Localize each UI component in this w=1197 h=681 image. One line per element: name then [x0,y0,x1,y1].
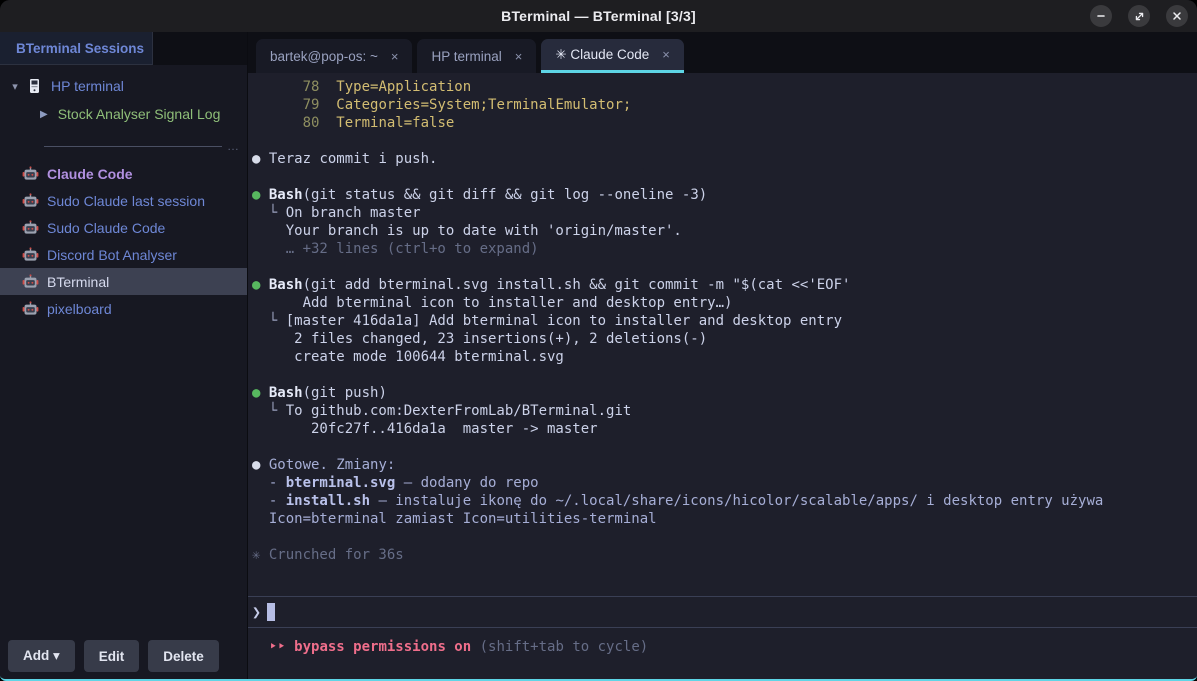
robot-icon [22,193,39,209]
terminal-line: ● Bash(git status && git diff && git log… [252,186,1191,204]
close-icon [1172,11,1182,21]
session-tree: ▾ HP terminal ▶ Stock Analyser Signal Lo… [0,65,247,632]
titlebar[interactable]: BTerminal — BTerminal [3/3] [0,0,1197,32]
tab-label: HP terminal [431,49,501,64]
terminal-line: 20fc27f..416da1a master -> master [252,420,1191,438]
terminal-line: 80 Terminal=false [252,114,1191,132]
terminal-line: └ To github.com:DexterFromLab/BTerminal.… [252,402,1191,420]
prompt-chevron: ❯ [252,603,261,621]
close-icon[interactable]: × [391,49,399,64]
session-item-label: BTerminal [47,274,109,290]
terminal-output: 78 Type=Application 79 Categories=System… [248,73,1197,596]
session-item-pixelboard[interactable]: pixelboard [0,295,247,322]
delete-button[interactable]: Delete [148,640,219,672]
terminal-line: ✳ Crunched for 36s [252,546,1191,564]
status-arrows-icon: ‣‣ [269,639,286,655]
close-icon[interactable]: × [662,47,670,62]
terminal-line: 78 Type=Application [252,78,1191,96]
sidebar-header: BTerminal Sessions [0,32,153,65]
minimize-icon [1096,11,1106,21]
close-icon[interactable]: × [515,49,523,64]
terminal-line [252,528,1191,546]
status-bar: ‣‣ bypass permissions on (shift+tab to c… [248,628,1197,679]
robot-icon [22,166,39,182]
robot-icon [22,274,39,290]
maximize-icon [1134,11,1145,22]
terminal[interactable]: 78 Type=Application 79 Categories=System… [248,73,1197,679]
terminal-line: Add bterminal icon to installer and desk… [252,294,1191,312]
session-item-label: Claude Code [47,166,133,182]
tab-bartek-pop-os[interactable]: bartek@pop-os: ~ × [256,39,412,73]
session-item-bterminal[interactable]: BTerminal [0,268,247,295]
terminal-line: Your branch is up to date with 'origin/m… [252,222,1191,240]
terminal-line [252,366,1191,384]
bterminal-window: BTerminal — BTerminal [3/3] BTerminal Se… [0,0,1197,681]
terminal-line: ● Bash(git add bterminal.svg install.sh … [252,276,1191,294]
sidebar-header-row: BTerminal Sessions [0,32,247,65]
minimize-button[interactable] [1090,5,1112,27]
terminal-line: … +32 lines (ctrl+o to expand) [252,240,1191,258]
text-cursor [267,603,275,621]
terminal-line: - bterminal.svg — dodany do repo [252,474,1191,492]
status-hint: (shift+tab to cycle) [480,639,649,655]
sidebar-item-label: HP terminal [51,78,124,94]
session-item-label: Discord Bot Analyser [47,247,177,263]
terminal-line: └ [master 416da1a] Add bterminal icon to… [252,312,1191,330]
chevron-down-icon[interactable]: ▾ [8,80,22,93]
window-title: BTerminal — BTerminal [3/3] [0,8,1197,24]
terminal-line: ● Bash(git push) [252,384,1191,402]
terminal-line: ● Teraz commit i push. [252,150,1191,168]
main-area: bartek@pop-os: ~×HP terminal×✳ Claude Co… [248,32,1197,679]
sidebar-item-hp-terminal[interactable]: ▾ HP terminal [0,72,247,100]
session-item-sudo-claude-last-session[interactable]: Sudo Claude last session [0,187,247,214]
sidebar-divider: … [44,140,239,152]
sidebar-buttons: Add ▾ EditDelete [0,632,247,679]
sidebar-item-stock-analyser-signal-log[interactable]: ▶ Stock Analyser Signal Log [0,100,247,128]
session-item-label: Sudo Claude last session [47,193,205,209]
maximize-button[interactable] [1128,5,1150,27]
sidebar-item-label: Stock Analyser Signal Log [58,106,221,122]
close-button[interactable] [1166,5,1188,27]
tab-label: bartek@pop-os: ~ [270,49,378,64]
robot-icon [22,247,39,263]
window-body: BTerminal Sessions ▾ HP terminal ▶ Stock… [0,32,1197,679]
tab-claude-code[interactable]: ✳ Claude Code × [541,39,683,73]
terminal-line [252,132,1191,150]
terminal-line: Icon=bterminal zamiast Icon=utilities-te… [252,510,1191,528]
computer-icon [28,78,45,94]
status-mode: bypass permissions on [294,639,471,655]
terminal-line: 2 files changed, 23 insertions(+), 2 del… [252,330,1191,348]
terminal-line: ● Gotowe. Zmiany: [252,456,1191,474]
terminal-line: create mode 100644 bterminal.svg [252,348,1191,366]
session-item-sudo-claude-code[interactable]: Sudo Claude Code [0,214,247,241]
sidebar: BTerminal Sessions ▾ HP terminal ▶ Stock… [0,32,248,679]
tab-bar: bartek@pop-os: ~×HP terminal×✳ Claude Co… [248,32,1197,73]
play-icon: ▶ [40,109,48,120]
robot-icon [22,301,39,317]
terminal-line: - install.sh — instaluje ikonę do ~/.loc… [252,492,1191,510]
add-button[interactable]: Add ▾ [8,640,75,672]
terminal-line [252,258,1191,276]
session-item-label: pixelboard [47,301,112,317]
tab-hp-terminal[interactable]: HP terminal × [417,39,536,73]
session-item-claude-code[interactable]: Claude Code [0,160,247,187]
prompt-input[interactable]: ❯ [248,596,1197,628]
terminal-line [252,168,1191,186]
terminal-line: 79 Categories=System;TerminalEmulator; [252,96,1191,114]
terminal-line [252,438,1191,456]
edit-button[interactable]: Edit [84,640,140,672]
robot-icon [22,220,39,236]
terminal-line: └ On branch master [252,204,1191,222]
window-controls [1090,5,1188,27]
session-item-discord-bot-analyser[interactable]: Discord Bot Analyser [0,241,247,268]
session-item-label: Sudo Claude Code [47,220,165,236]
session-list: Claude Code Sudo Claude last session Sudo … [0,160,247,322]
divider-line [44,146,222,147]
tab-label: ✳ Claude Code [555,47,649,63]
